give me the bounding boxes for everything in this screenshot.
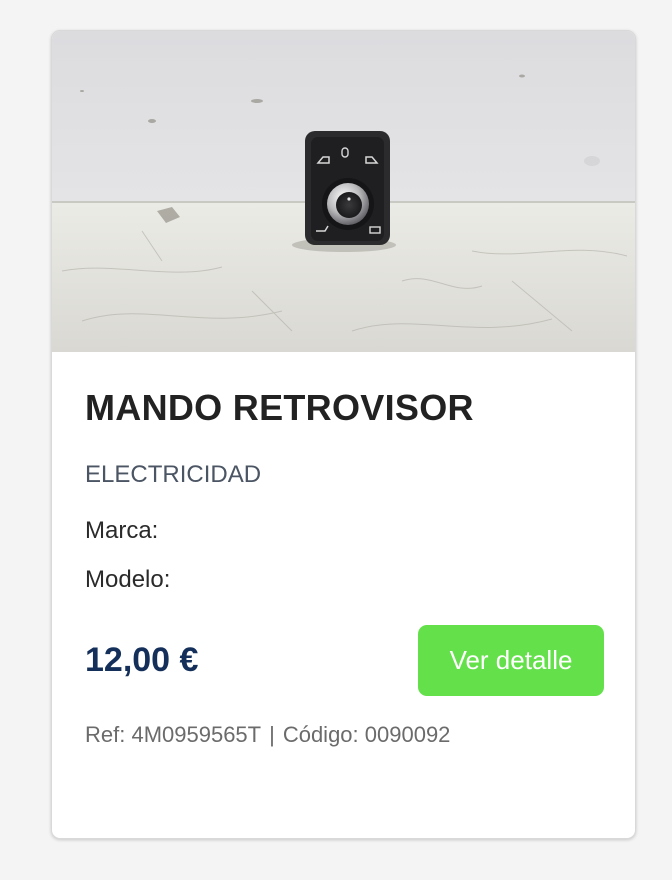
mirror-switch-image [52,31,635,352]
product-photo[interactable] [52,31,635,352]
product-code: Código: 0090092 [282,722,451,747]
product-card: MANDO RETROVISOR ELECTRICIDAD Marca: Mod… [51,30,636,839]
product-price: 12,00 € [85,641,199,679]
brand-label: Marca: [85,517,159,544]
product-title: MANDO RETROVISOR [85,387,474,428]
ref-separator: | [269,722,275,747]
model-label: Modelo: [85,566,171,593]
reference-line: Ref: 4M0959565T | Código: 0090092 [85,722,450,748]
product-category: ELECTRICIDAD [85,461,262,488]
view-detail-button[interactable]: Ver detalle [418,625,604,696]
ref-number: Ref: 4M0959565T [85,722,262,747]
